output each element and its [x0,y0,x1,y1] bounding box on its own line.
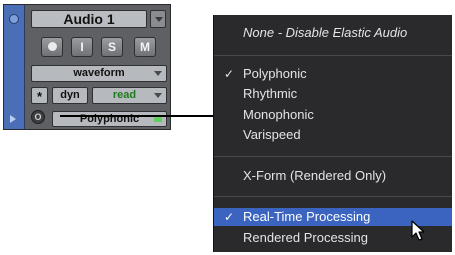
menu-item-varispeed[interactable]: Varispeed [214,126,452,144]
menu-item-polyphonic[interactable]: ✓ Polyphonic [214,65,452,83]
menu-item-label: Varispeed [243,127,301,142]
menu-separator [214,55,452,56]
track-view-selector[interactable]: waveform [31,65,167,82]
input-monitor-button[interactable]: I [71,37,93,57]
automation-mode-selector[interactable]: read [92,87,167,104]
expand-arrow-icon[interactable] [10,115,16,123]
solo-button[interactable]: S [101,37,123,57]
menu-item-label: Rhythmic [243,86,298,101]
menu-separator [214,156,452,157]
record-enable-button[interactable] [41,37,63,57]
menu-item-label: None - Disable Elastic Audio [243,25,408,40]
menu-item-label: Rendered Processing [243,230,369,245]
mouse-cursor-icon [411,220,425,241]
menu-separator [214,196,452,197]
menu-item-none[interactable]: None - Disable Elastic Audio [214,24,452,42]
menu-item-label: X-Form (Rendered Only) [243,168,387,183]
track-name-menu-button[interactable] [150,10,166,28]
record-icon [47,42,57,52]
menu-item-rhythmic[interactable]: Rhythmic [214,85,452,103]
audio-track-panel: Audio 1 I S M waveform * dyn read O Poly… [3,4,171,130]
menu-item-monophonic[interactable]: Monophonic [214,106,452,124]
chevron-down-icon [154,93,162,98]
chevron-down-icon [154,71,162,76]
callout-line [60,115,214,117]
track-select-indicator-icon[interactable] [9,14,19,24]
elastic-audio-menu: None - Disable Elastic Audio ✓ Polyphoni… [213,15,452,252]
elastic-audio-icon[interactable]: O [31,110,45,124]
elastic-audio-plugin-selector[interactable]: Polyphonic [52,111,167,127]
checkmark-icon: ✓ [224,210,235,224]
track-name-field[interactable]: Audio 1 [31,10,147,28]
menu-item-label: Monophonic [243,107,314,122]
track-color-strip[interactable] [4,5,25,129]
timebase-button[interactable]: * [31,87,48,104]
mute-button[interactable]: M [134,37,156,57]
dyn-button[interactable]: dyn [52,87,88,104]
menu-item-label: Polyphonic [243,66,307,81]
menu-item-label: Real-Time Processing [243,209,371,224]
checkmark-icon: ✓ [224,67,235,81]
track-view-label: waveform [73,67,125,79]
menu-item-x-form[interactable]: X-Form (Rendered Only) [214,167,452,185]
automation-mode-label: read [112,89,137,101]
